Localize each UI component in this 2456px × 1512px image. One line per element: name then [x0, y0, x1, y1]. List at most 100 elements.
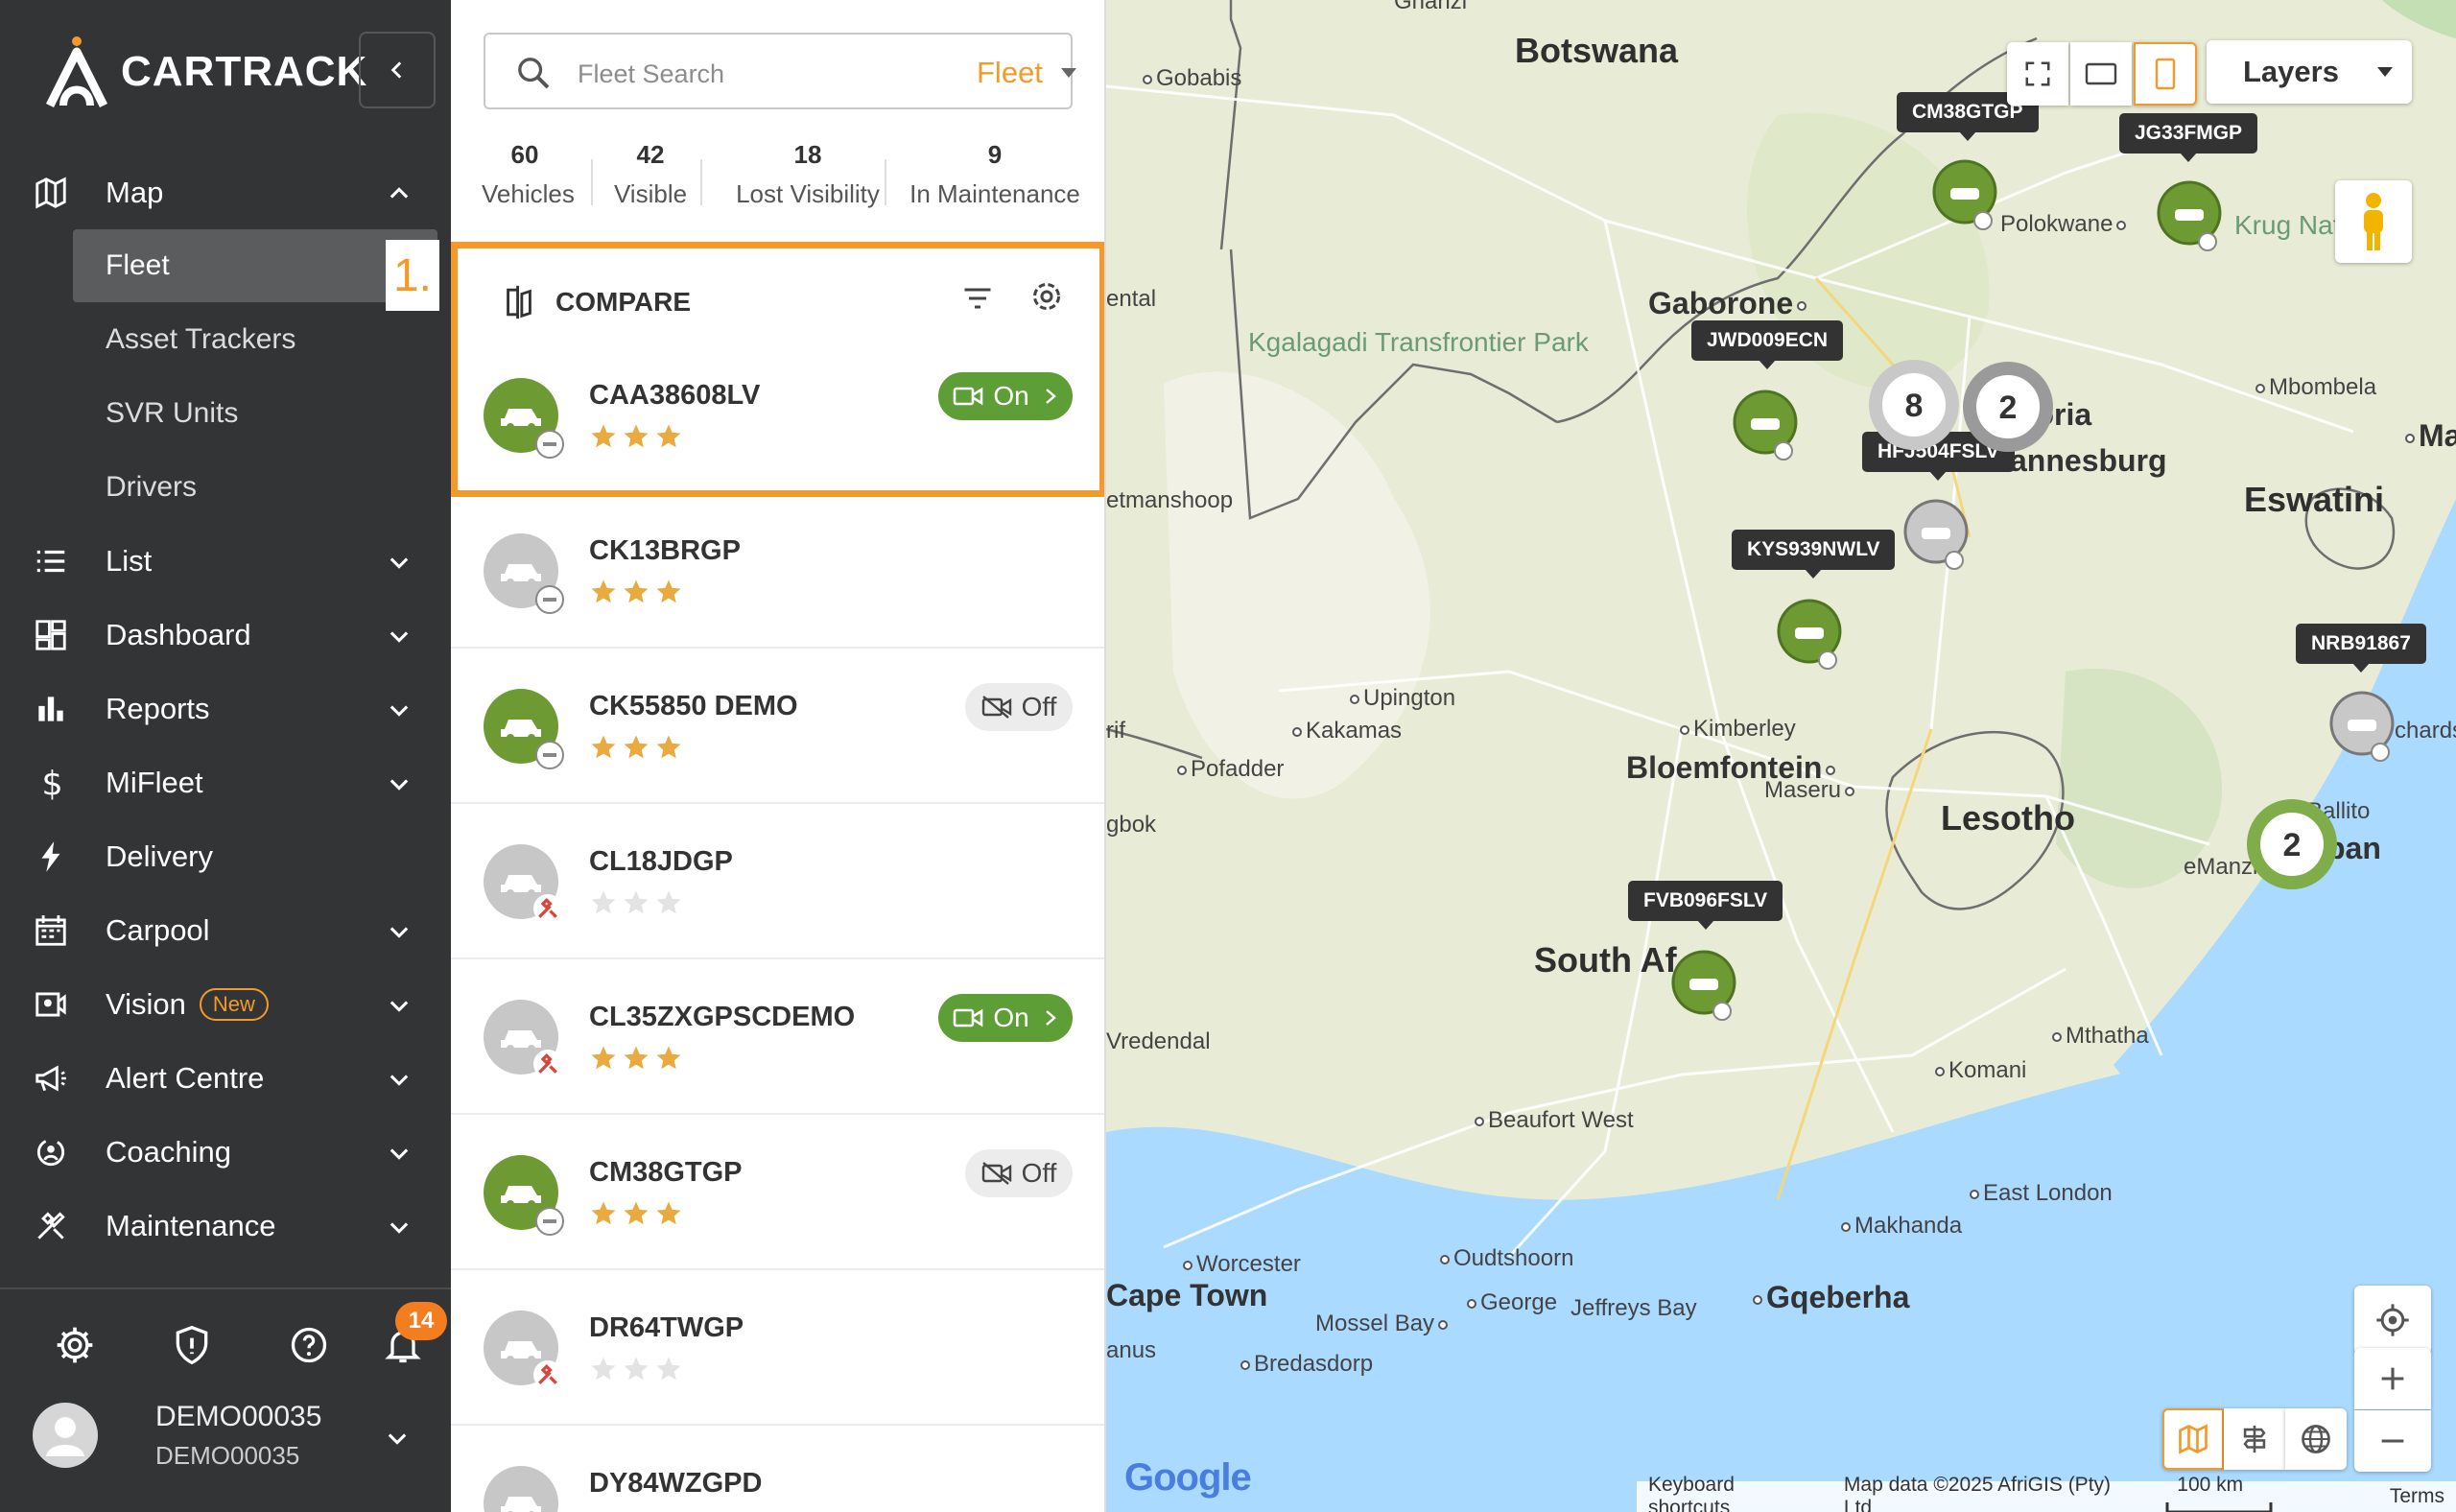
nav-item-alert-centre[interactable]: Alert Centre — [0, 1041, 451, 1115]
landscape-view-button[interactable] — [2070, 42, 2132, 106]
dollar-icon: $ — [42, 766, 63, 801]
avatar[interactable] — [33, 1403, 98, 1468]
country-label: Botswana — [1515, 31, 1679, 70]
help-icon[interactable] — [288, 1324, 330, 1366]
vehicle-pin-green[interactable] — [1772, 597, 1847, 672]
vehicle-pin-green[interactable] — [1728, 388, 1803, 462]
google-logo: Google — [1124, 1456, 1252, 1500]
vehicle-row[interactable]: CM38GTGP Off — [451, 1115, 1104, 1270]
settings-gear-icon[interactable] — [54, 1324, 96, 1366]
vehicle-status-avatar — [484, 378, 564, 459]
cluster-marker[interactable]: 8 — [1866, 357, 1962, 453]
star-icon — [591, 1201, 616, 1225]
stat-lost-visibility[interactable]: 18 Lost Visibility — [712, 140, 904, 209]
plus-icon — [2381, 1367, 2404, 1390]
star-icon — [624, 890, 649, 914]
vehicle-pin-grey[interactable] — [2325, 689, 2399, 764]
chevron-down-icon — [390, 705, 409, 717]
fullscreen-icon — [2025, 61, 2050, 86]
star-icon — [624, 1201, 649, 1225]
list-icon — [36, 550, 65, 573]
place-label: chards — [2395, 718, 2456, 744]
camera-off-button[interactable]: Off — [965, 1149, 1073, 1197]
repair-icon — [533, 1050, 562, 1078]
fleet-stats: 60 Vehicles 42 Visible 18 Lost Visibility 9… — [451, 140, 1104, 217]
nav-sub-asset-trackers[interactable]: Asset Trackers — [0, 302, 451, 376]
map-type-traffic-button[interactable] — [2224, 1408, 2285, 1470]
nav-item-reports[interactable]: Reports — [0, 672, 451, 745]
map-view[interactable]: Ghanzi Botswana Gobabis ental Kgalagadi … — [1106, 0, 2456, 1512]
nav-item-carpool[interactable]: Carpool — [0, 893, 451, 967]
cartrack-logo[interactable]: CARTRACK — [42, 35, 367, 109]
nav-item-maintenance[interactable]: Maintenance — [0, 1189, 451, 1263]
vehicle-row[interactable]: CL35ZXGPSCDEMO On — [451, 959, 1104, 1115]
camera-on-button[interactable]: On — [938, 994, 1073, 1042]
nav-item-dashboard[interactable]: Dashboard — [0, 598, 451, 672]
keyboard-shortcuts-link[interactable]: Keyboard shortcuts — [1637, 1474, 1832, 1512]
vehicle-map-label[interactable]: JWD009ECN — [1691, 320, 1844, 369]
rating-stars — [589, 422, 687, 451]
vehicle-map-label[interactable]: FVB096FSLV — [1628, 881, 1783, 930]
star-icon — [624, 1046, 649, 1070]
utility-icons — [0, 1324, 451, 1382]
map-type-satellite-button[interactable] — [2285, 1408, 2347, 1470]
vehicle-map-label[interactable]: KYS939NWLV — [1732, 530, 1896, 579]
nav-sub-drivers[interactable]: Drivers — [0, 450, 451, 524]
cluster-marker[interactable]: 2 — [1960, 359, 2056, 455]
collapse-sidebar-button[interactable] — [359, 32, 436, 108]
nav-item-list[interactable]: List — [0, 524, 451, 598]
search-input[interactable]: Fleet Search — [578, 59, 724, 89]
nav-label: Asset Trackers — [106, 322, 296, 355]
vehicle-pin-grey[interactable] — [1899, 497, 1973, 572]
terms-link[interactable]: Terms — [2378, 1485, 2456, 1508]
nav-item-coaching[interactable]: Coaching — [0, 1115, 451, 1189]
nav-sub-fleet[interactable]: Fleet — [73, 229, 437, 302]
nav-item-map[interactable]: Map — [0, 155, 451, 229]
vehicle-row[interactable]: CL18JDGP — [451, 804, 1104, 959]
nav-sub-svr-units[interactable]: SVR Units — [0, 376, 451, 450]
camera-on-button[interactable]: On — [938, 372, 1073, 420]
stat-vehicles[interactable]: 60 Vehicles — [482, 140, 575, 209]
nav-item-vision[interactable]: Vision New — [0, 967, 451, 1041]
cluster-marker[interactable]: 2 — [2244, 796, 2340, 892]
camera-off-button[interactable]: Off — [965, 683, 1073, 731]
vehicle-status-avatar — [484, 689, 564, 769]
vehicle-row[interactable]: CAA38608LV On — [451, 248, 1104, 491]
stat-in-maintenance[interactable]: 9 In Maintenance — [894, 140, 1096, 209]
vehicle-pin-green[interactable] — [2152, 178, 2227, 253]
place-label: Jeffreys Bay — [1570, 1295, 1697, 1321]
zoom-out-button[interactable] — [2354, 1410, 2431, 1472]
vehicle-map-label[interactable]: JG33FMGP — [2119, 113, 2258, 162]
nav-item-delivery[interactable]: Delivery — [0, 819, 451, 893]
layers-dropdown[interactable]: Layers — [2207, 40, 2412, 104]
camera-status: On — [993, 381, 1029, 411]
portrait-view-button[interactable] — [2134, 42, 2197, 106]
vehicle-row[interactable]: DY84WZGPD — [451, 1426, 1104, 1512]
fullscreen-button[interactable] — [2007, 42, 2068, 106]
shield-icon[interactable] — [171, 1324, 213, 1366]
vehicle-pin-green[interactable] — [1927, 157, 2002, 232]
caret-down-icon[interactable] — [1059, 65, 1078, 81]
vehicle-map-label[interactable]: NRB91867 — [2296, 624, 2426, 673]
video-camera-icon — [954, 387, 983, 406]
vehicle-row[interactable]: CK13BRGP — [451, 493, 1104, 649]
zoom-in-button[interactable] — [2354, 1348, 2431, 1409]
street-view-pegman[interactable] — [2335, 180, 2412, 263]
vehicle-row[interactable]: DR64TWGP — [451, 1270, 1104, 1426]
car-icon — [501, 720, 541, 742]
vehicle-row[interactable]: CK55850 DEMO Off — [451, 649, 1104, 804]
place-name: Kimberley — [1693, 716, 1796, 742]
chevron-down-icon[interactable] — [384, 1425, 411, 1452]
search-scope-select[interactable]: Fleet — [977, 56, 1043, 90]
fleet-search[interactable]: Fleet Search Fleet — [484, 33, 1076, 109]
stat-visible[interactable]: 42 Visible — [602, 140, 698, 209]
star-icon — [591, 1046, 616, 1070]
my-location-button[interactable] — [2354, 1286, 2431, 1355]
vehicle-pin-green[interactable] — [1666, 948, 1741, 1023]
nav-item-mifleet[interactable]: $ MiFleet — [0, 745, 451, 819]
country-label: Lesotho — [1941, 798, 2075, 838]
reports-icon — [38, 697, 63, 721]
car-icon — [501, 1186, 541, 1208]
map-type-roadmap-button[interactable] — [2162, 1408, 2224, 1470]
vehicle-row-content: DY84WZGPD — [451, 1426, 1104, 1512]
